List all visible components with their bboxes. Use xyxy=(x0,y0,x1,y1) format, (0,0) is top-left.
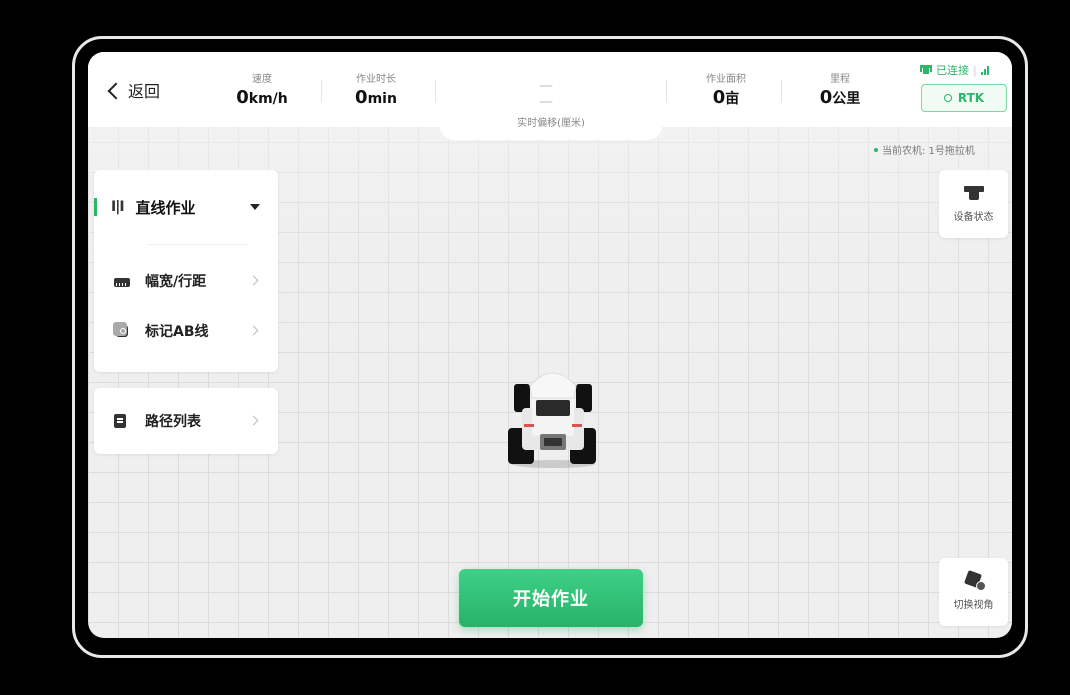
area-value-wrap: 0亩 xyxy=(686,87,766,108)
active-indicator xyxy=(94,198,97,216)
connection-status: 已连接 | xyxy=(920,62,989,78)
divider xyxy=(666,80,667,102)
divider xyxy=(435,80,436,102)
divider xyxy=(148,244,248,245)
mileage-label: 里程 xyxy=(830,74,850,85)
tractor-model xyxy=(508,372,596,468)
divider xyxy=(781,80,782,102)
menu-item-width-spacing[interactable]: 幅宽/行距 xyxy=(94,266,278,296)
mileage-unit: 公里 xyxy=(832,91,861,107)
ab-line-icon xyxy=(113,322,128,337)
divider xyxy=(321,80,322,102)
menu-item-label: 路径列表 xyxy=(145,414,201,430)
offset-label: 实时偏移(厘米) xyxy=(517,118,585,129)
work-mode-dropdown[interactable]: Ⅰ|Ⅰ 直线作业 xyxy=(94,192,278,222)
start-work-button[interactable]: 开始作业 xyxy=(459,569,643,627)
rtk-label: RTK xyxy=(957,91,985,105)
duration-label: 作业时长 xyxy=(356,74,396,85)
list-icon xyxy=(114,414,126,428)
rtk-status-icon xyxy=(943,94,952,102)
offset-value: — — xyxy=(539,78,557,110)
route-panel: 路径列表 xyxy=(94,388,278,454)
menu-item-mark-ab-line[interactable]: 标记AB线 xyxy=(94,316,278,346)
work-mode-label: 直线作业 xyxy=(135,198,196,217)
current-machine-label: 当前农机: 1号拖拉机 xyxy=(882,146,975,157)
duration-unit: min xyxy=(367,91,397,107)
speed-value-wrap: 0km/h xyxy=(222,87,302,108)
area-value: 0 xyxy=(712,87,726,108)
app-screen: 返回 速度 0km/h 作业时长 0min 作业面积 0亩 里程 0公里 已连接… xyxy=(88,52,1012,638)
speed-value: 0 xyxy=(236,87,249,108)
speed-unit: km/h xyxy=(248,91,288,107)
switch-view-button[interactable]: 切换视角 xyxy=(939,558,1008,626)
signal-icon xyxy=(980,65,989,75)
area-label: 作业面积 xyxy=(706,74,746,85)
device-status-label: 设备状态 xyxy=(953,212,994,223)
rtk-button[interactable]: RTK xyxy=(921,84,1007,112)
tractor-icon xyxy=(920,65,932,74)
back-label: 返回 xyxy=(128,82,161,101)
menu-item-route-list[interactable]: 路径列表 xyxy=(94,406,278,436)
back-button[interactable]: 返回 xyxy=(107,78,161,102)
area-stat: 作业面积 0亩 xyxy=(686,70,766,108)
area-unit: 亩 xyxy=(725,91,740,107)
duration-stat: 作业时长 0min xyxy=(336,70,416,108)
menu-item-label: 幅宽/行距 xyxy=(145,274,207,290)
caret-down-icon xyxy=(250,204,260,210)
chevron-right-icon xyxy=(248,415,259,426)
duration-value: 0 xyxy=(355,87,368,108)
speed-stat: 速度 0km/h xyxy=(222,70,302,108)
switch-view-icon xyxy=(964,572,986,591)
switch-view-label: 切换视角 xyxy=(953,600,994,611)
chevron-left-icon xyxy=(107,82,125,99)
mileage-value: 0 xyxy=(819,87,833,108)
menu-item-label: 标记AB线 xyxy=(145,324,209,340)
separator: | xyxy=(973,63,977,77)
ruler-icon xyxy=(114,277,130,287)
connection-label: 已连接 xyxy=(936,64,969,77)
duration-value-wrap: 0min xyxy=(336,87,416,108)
chevron-right-icon xyxy=(248,275,259,286)
speed-label: 速度 xyxy=(252,74,272,85)
status-dot xyxy=(874,147,878,152)
device-status-icon xyxy=(963,184,984,202)
mileage-value-wrap: 0公里 xyxy=(800,87,880,108)
chevron-right-icon xyxy=(248,325,259,336)
straight-line-icon: Ⅰ|Ⅰ xyxy=(111,199,124,215)
device-status-button[interactable]: 设备状态 xyxy=(939,170,1008,238)
mileage-stat: 里程 0公里 xyxy=(800,70,880,108)
current-machine: 当前农机: 1号拖拉机 xyxy=(874,142,975,157)
work-mode-panel: Ⅰ|Ⅰ 直线作业 幅宽/行距 标记AB线 xyxy=(94,170,278,372)
